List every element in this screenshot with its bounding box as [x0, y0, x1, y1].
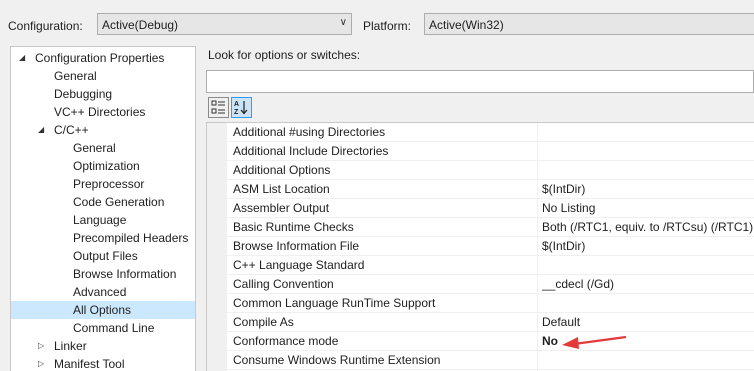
property-row[interactable]: Basic Runtime Checks Both (/RTC1, equiv. …: [227, 218, 754, 237]
property-row[interactable]: ASM List Location $(IntDir): [227, 180, 754, 199]
tree-item-label: Linker: [54, 339, 87, 353]
property-row[interactable]: Browse Information File $(IntDir): [227, 237, 754, 256]
categorized-view-icon: [211, 100, 225, 114]
platform-label: Platform:: [363, 19, 412, 33]
expanded-icon[interactable]: ◢: [38, 121, 44, 139]
tree-item[interactable]: General: [11, 139, 195, 157]
search-label: Look for options or switches:: [208, 48, 361, 62]
property-value[interactable]: $(IntDir): [542, 237, 585, 256]
alphabetical-sort-button[interactable]: A Z: [231, 97, 252, 118]
tree-item[interactable]: ▷ Linker: [11, 337, 195, 355]
tree-item[interactable]: Code Generation: [11, 193, 195, 211]
tree-item[interactable]: All Options: [11, 301, 195, 319]
tree-item-label: Optimization: [73, 159, 140, 173]
property-value[interactable]: No: [542, 332, 558, 351]
tree-item-label: Command Line: [73, 321, 155, 335]
tree-item[interactable]: Precompiled Headers: [11, 229, 195, 247]
tree-item-label: Configuration Properties: [35, 51, 165, 65]
tree-item-label: General: [73, 141, 116, 155]
collapsed-icon[interactable]: ▷: [38, 337, 44, 355]
property-name: Additional Include Directories: [233, 144, 389, 158]
property-name: Assembler Output: [233, 201, 330, 215]
svg-text:A: A: [234, 101, 239, 108]
platform-value: Active(Win32): [429, 18, 504, 32]
tree-item-label: Code Generation: [73, 195, 165, 209]
tree-item[interactable]: ◢ C/C++: [11, 121, 195, 139]
tree-item-label: Output Files: [73, 249, 138, 263]
chevron-down-icon: ∨: [339, 17, 347, 28]
tree-item[interactable]: ◢ Configuration Properties: [11, 49, 195, 67]
tree-item-label: Browse Information: [73, 267, 177, 281]
property-grid[interactable]: Additional #using Directories Additional …: [206, 122, 754, 371]
tree-item[interactable]: VC++ Directories: [11, 103, 195, 121]
property-row[interactable]: Conformance mode No: [227, 332, 754, 351]
platform-dropdown[interactable]: Active(Win32): [424, 13, 754, 35]
categorized-view-button[interactable]: [208, 97, 229, 118]
property-row[interactable]: Calling Convention __cdecl (/Gd): [227, 275, 754, 294]
property-name: Consume Windows Runtime Extension: [233, 353, 441, 367]
tree-item[interactable]: Command Line: [11, 319, 195, 337]
property-value[interactable]: Both (/RTC1, equiv. to /RTCsu) (/RTC1): [542, 218, 753, 237]
property-row[interactable]: Additional Include Directories: [227, 142, 754, 161]
property-name: Additional Options: [233, 163, 331, 177]
property-row[interactable]: Compile As Default: [227, 313, 754, 332]
property-name: Additional #using Directories: [233, 125, 386, 139]
tree-item-label: Advanced: [73, 285, 127, 299]
property-name: Browse Information File: [233, 239, 360, 253]
tree-item[interactable]: Debugging: [11, 85, 195, 103]
configuration-value: Active(Debug): [102, 18, 179, 32]
tree-item[interactable]: Output Files: [11, 247, 195, 265]
property-row[interactable]: Common Language RunTime Support: [227, 294, 754, 313]
tree-item-label: Language: [73, 213, 127, 227]
tree-item-label: Manifest Tool: [54, 357, 125, 371]
tree-item-label: Precompiled Headers: [73, 231, 189, 245]
property-name: C++ Language Standard: [233, 258, 365, 272]
annotation-arrow: [562, 335, 627, 349]
property-name: Calling Convention: [233, 277, 334, 291]
tree-item-label: C/C++: [54, 123, 89, 137]
property-name: Compile As: [233, 315, 294, 329]
property-tree[interactable]: ◢ Configuration Properties General Debuggin…: [10, 46, 196, 371]
property-row[interactable]: Additional Options: [227, 161, 754, 180]
tree-item[interactable]: General: [11, 67, 195, 85]
property-row[interactable]: Assembler Output No Listing: [227, 199, 754, 218]
tree-item-label: VC++ Directories: [54, 105, 146, 119]
search-input[interactable]: [206, 70, 754, 93]
property-name: Conformance mode: [233, 334, 339, 348]
property-name: ASM List Location: [233, 182, 330, 196]
tree-item-label: Debugging: [54, 87, 113, 101]
tree-item[interactable]: Preprocessor: [11, 175, 195, 193]
property-row[interactable]: C++ Language Standard: [227, 256, 754, 275]
property-value[interactable]: $(IntDir): [542, 180, 585, 199]
configuration-dropdown[interactable]: Active(Debug) ∨: [97, 13, 352, 35]
alphabetical-sort-icon: A Z: [234, 101, 248, 115]
property-value[interactable]: No Listing: [542, 199, 595, 218]
property-name: Common Language RunTime Support: [233, 296, 436, 310]
property-value[interactable]: __cdecl (/Gd): [542, 275, 614, 294]
tree-item[interactable]: ▷ Manifest Tool: [11, 355, 195, 371]
tree-item-label: All Options: [73, 303, 132, 317]
expanded-icon[interactable]: ◢: [19, 49, 25, 67]
property-name: Basic Runtime Checks: [233, 220, 354, 234]
tree-item-label: General: [54, 69, 97, 83]
tree-item[interactable]: Optimization: [11, 157, 195, 175]
collapsed-icon[interactable]: ▷: [38, 355, 44, 371]
property-row[interactable]: Additional #using Directories: [227, 123, 754, 142]
tree-item[interactable]: Advanced: [11, 283, 195, 301]
tree-item-label: Preprocessor: [73, 177, 145, 191]
tree-item[interactable]: Language: [11, 211, 195, 229]
svg-text:Z: Z: [234, 109, 239, 115]
property-row[interactable]: Consume Windows Runtime Extension: [227, 351, 754, 370]
tree-item[interactable]: Browse Information: [11, 265, 195, 283]
configuration-label: Configuration:: [8, 19, 83, 33]
